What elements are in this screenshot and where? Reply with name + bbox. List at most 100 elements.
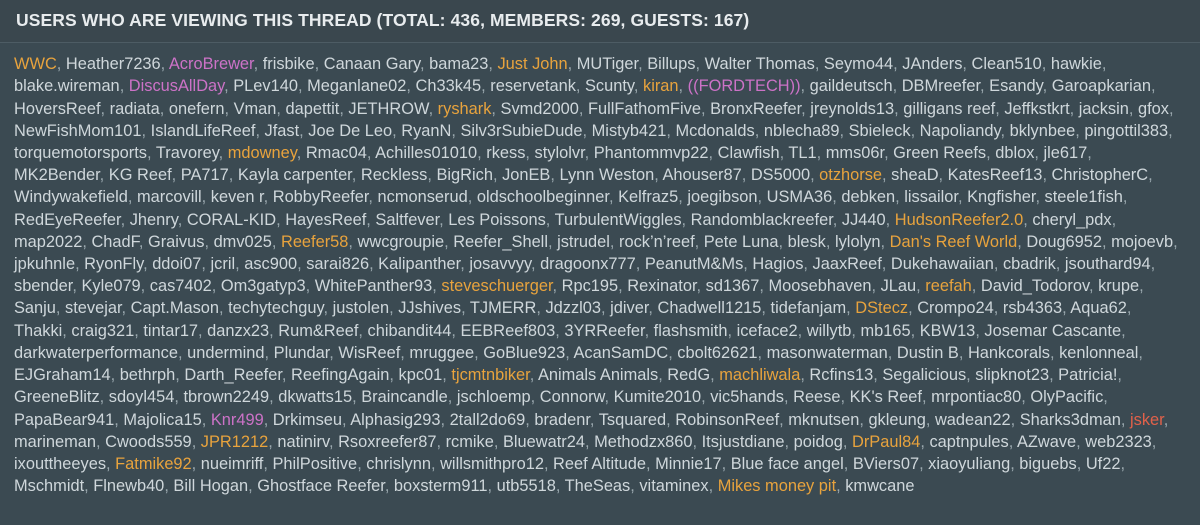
user-link[interactable]: frisbike xyxy=(263,55,315,73)
user-link[interactable]: 2tall2do69 xyxy=(450,411,526,429)
user-link[interactable]: Rmac04 xyxy=(306,144,367,162)
user-link[interactable]: Mikes money pit xyxy=(718,477,836,495)
user-link[interactable]: steveschuerger xyxy=(441,277,552,295)
user-link[interactable]: Ch33k45 xyxy=(416,77,482,95)
user-link[interactable]: mojoevb xyxy=(1111,233,1173,251)
user-link[interactable]: RedEyeReefer xyxy=(14,211,121,229)
user-link[interactable]: RobbyReefer xyxy=(273,188,369,206)
user-link[interactable]: ((FORDTECH)) xyxy=(688,77,801,95)
user-link[interactable]: USMA36 xyxy=(767,188,833,206)
user-link[interactable]: 3YRReefer xyxy=(564,322,644,340)
user-link[interactable]: Rexinator xyxy=(627,277,696,295)
user-link[interactable]: captnpules xyxy=(929,433,1008,451)
user-link[interactable]: wwcgroupie xyxy=(358,233,445,251)
user-link[interactable]: WhitePanther93 xyxy=(315,277,433,295)
user-link[interactable]: Uf22 xyxy=(1086,455,1121,473)
user-link[interactable]: Capt.Mason xyxy=(131,299,219,317)
user-link[interactable]: Randomblackreefer xyxy=(691,211,833,229)
user-link[interactable]: Heather7236 xyxy=(66,55,161,73)
user-link[interactable]: kiran xyxy=(643,77,679,95)
user-link[interactable]: WWC xyxy=(14,55,57,73)
user-link[interactable]: web2323 xyxy=(1085,433,1152,451)
user-link[interactable]: Joe De Leo xyxy=(308,122,392,140)
user-link[interactable]: Reese xyxy=(793,388,840,406)
user-link[interactable]: Rum&Reef xyxy=(278,322,358,340)
user-link[interactable]: tbrown2249 xyxy=(183,388,269,406)
user-link[interactable]: dmv025 xyxy=(214,233,272,251)
user-link[interactable]: Rcfins13 xyxy=(809,366,873,384)
user-link[interactable]: Graivus xyxy=(148,233,204,251)
user-link[interactable]: Cwoods559 xyxy=(105,433,192,451)
user-link[interactable]: Just John xyxy=(497,55,567,73)
user-link[interactable]: ChristopherC xyxy=(1052,166,1149,184)
user-link[interactable]: onefern xyxy=(169,100,225,118)
user-link[interactable]: TheSeas xyxy=(565,477,631,495)
user-link[interactable]: Bluewatr24 xyxy=(503,433,585,451)
user-link[interactable]: JaaxReef xyxy=(813,255,882,273)
user-link[interactable]: jdiver xyxy=(610,299,648,317)
user-link[interactable]: sarai826 xyxy=(306,255,369,273)
user-link[interactable]: willytb xyxy=(807,322,852,340)
user-link[interactable]: cas7402 xyxy=(150,277,212,295)
user-link[interactable]: Scunty xyxy=(585,77,634,95)
user-link[interactable]: keven r xyxy=(211,188,264,206)
user-link[interactable]: jle617 xyxy=(1044,144,1088,162)
user-link[interactable]: IslandLifeReef xyxy=(151,122,256,140)
user-link[interactable]: krupe xyxy=(1098,277,1139,295)
user-link[interactable]: JPR1212 xyxy=(201,433,268,451)
user-link[interactable]: TJMERR xyxy=(470,299,536,317)
user-link[interactable]: Sanju xyxy=(14,299,56,317)
user-link[interactable]: JETHROW xyxy=(348,100,428,118)
user-link[interactable]: kpc01 xyxy=(399,366,443,384)
user-link[interactable]: OlyPacific xyxy=(1030,388,1103,406)
user-link[interactable]: KG Reef xyxy=(109,166,172,184)
user-link[interactable]: AcanSamDC xyxy=(573,344,668,362)
user-link[interactable]: Svmd2000 xyxy=(501,100,579,118)
user-link[interactable]: jreynolds13 xyxy=(810,100,894,118)
user-link[interactable]: Billups xyxy=(647,55,695,73)
user-link[interactable]: FullFathomFive xyxy=(588,100,701,118)
user-link[interactable]: Lynn Weston xyxy=(559,166,654,184)
user-link[interactable]: jpkuhnle xyxy=(14,255,75,273)
user-link[interactable]: MK2Bender xyxy=(14,166,100,184)
user-link[interactable]: Jdzzl03 xyxy=(545,299,601,317)
user-link[interactable]: Patricia! xyxy=(1058,366,1117,384)
user-link[interactable]: jschloemp xyxy=(457,388,531,406)
user-link[interactable]: utb5518 xyxy=(497,477,556,495)
user-link[interactable]: Braincandle xyxy=(361,388,448,406)
user-link[interactable]: ChadF xyxy=(91,233,138,251)
user-link[interactable]: Reef Altitude xyxy=(553,455,646,473)
user-link[interactable]: Bill Hogan xyxy=(173,477,248,495)
user-link[interactable]: Kalipanther xyxy=(378,255,460,273)
user-link[interactable]: Kumite2010 xyxy=(614,388,701,406)
user-link[interactable]: Kyle079 xyxy=(81,277,140,295)
user-link[interactable]: GreeneBlitz xyxy=(14,388,100,406)
user-link[interactable]: gfox xyxy=(1138,100,1169,118)
user-link[interactable]: gilligans reef xyxy=(903,100,995,118)
user-link[interactable]: dkwatts15 xyxy=(278,388,352,406)
user-link[interactable]: rcmike xyxy=(446,433,494,451)
user-link[interactable]: JLau xyxy=(881,277,917,295)
user-link[interactable]: rock’n’reef xyxy=(619,233,695,251)
user-link[interactable]: RyonFly xyxy=(84,255,143,273)
user-link[interactable]: Kayla carpenter xyxy=(238,166,352,184)
user-link[interactable]: DBMreefer xyxy=(902,77,980,95)
user-link[interactable]: Thakki xyxy=(14,322,62,340)
user-link[interactable]: masonwaterman xyxy=(767,344,888,362)
user-link[interactable]: WisReef xyxy=(338,344,400,362)
user-link[interactable]: DS5000 xyxy=(751,166,810,184)
user-link[interactable]: KatesReef13 xyxy=(948,166,1043,184)
user-link[interactable]: David_Todorov xyxy=(981,277,1089,295)
user-link[interactable]: reefah xyxy=(925,277,971,295)
user-link[interactable]: cbadrik xyxy=(1003,255,1056,273)
user-link[interactable]: stylolvr xyxy=(535,144,585,162)
user-link[interactable]: lylolyn xyxy=(835,233,881,251)
user-link[interactable]: flashsmith xyxy=(654,322,728,340)
user-link[interactable]: Dan's Reef World xyxy=(890,233,1018,251)
user-link[interactable]: ryshark xyxy=(438,100,492,118)
user-link[interactable]: Sharks3dman xyxy=(1020,411,1121,429)
user-link[interactable]: Animals Animals xyxy=(538,366,658,384)
user-link[interactable]: bklynbee xyxy=(1010,122,1076,140)
user-link[interactable]: tintar17 xyxy=(143,322,198,340)
user-link[interactable]: Meganlane02 xyxy=(307,77,406,95)
